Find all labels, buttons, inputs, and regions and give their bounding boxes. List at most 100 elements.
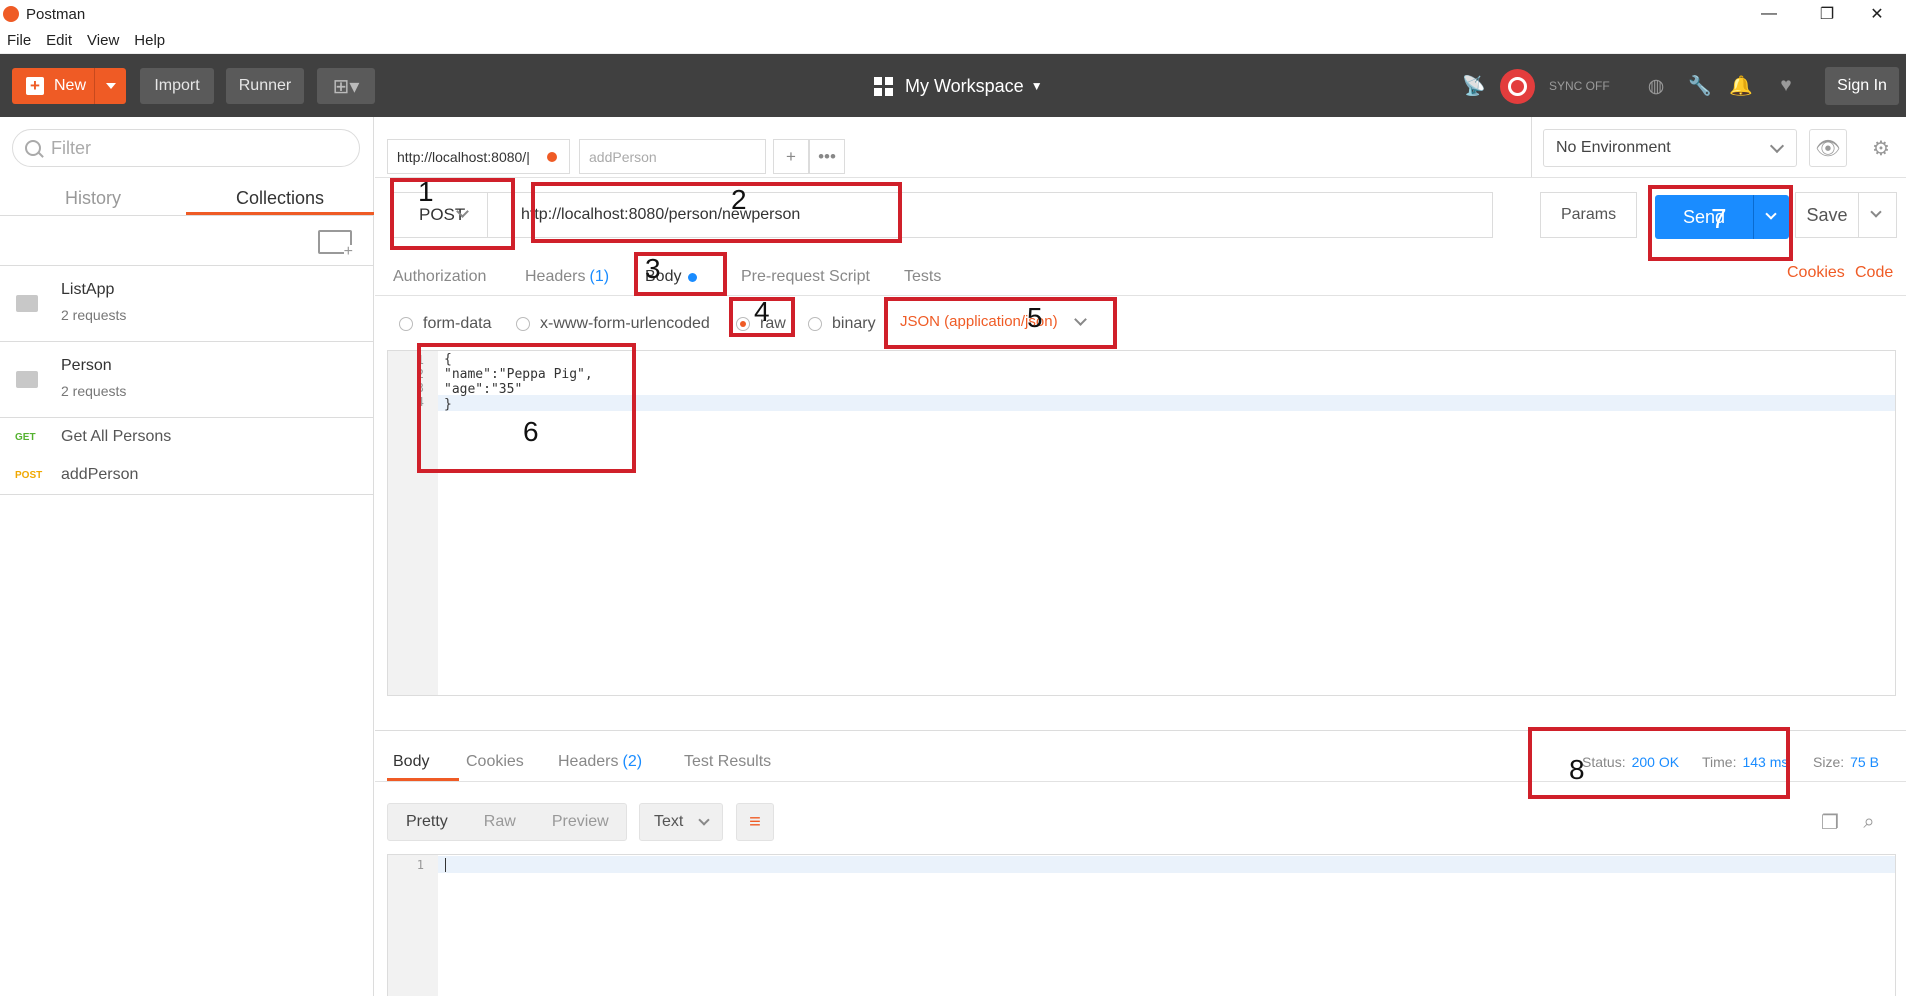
more-icon: ••• — [818, 146, 836, 166]
params-button[interactable]: Params — [1540, 192, 1637, 238]
radio-label: x-www-form-urlencoded — [540, 315, 710, 332]
new-window-button[interactable]: ⊞▾ — [317, 68, 375, 104]
workspace-grid-icon — [874, 76, 893, 96]
code-link[interactable]: Code — [1855, 264, 1893, 282]
bell-icon[interactable]: 🔔 — [1729, 74, 1753, 98]
response-format-toggle: Pretty Raw Preview — [387, 803, 627, 841]
sync-icon[interactable] — [1500, 69, 1535, 104]
request-name: Get All Persons — [61, 428, 172, 445]
annotation-number-8: 8 — [1569, 754, 1585, 785]
radio-binary[interactable]: binary — [808, 312, 876, 336]
copy-icon[interactable]: ❐ — [1815, 807, 1845, 837]
tab-options-button[interactable]: ••• — [809, 139, 845, 174]
radio-circle-icon — [808, 317, 822, 331]
satellite-icon[interactable]: 📡 — [1462, 74, 1486, 98]
response-tab-headers[interactable]: Headers (2) — [558, 750, 642, 774]
text-cursor — [445, 858, 446, 872]
menu-edit[interactable]: Edit — [46, 32, 72, 49]
search-icon — [25, 140, 41, 156]
collection-name: Person — [61, 357, 112, 374]
tab-headers[interactable]: Headers (1) — [525, 262, 609, 292]
divider — [0, 215, 374, 216]
radio-label: form-data — [423, 315, 492, 332]
annotation-box-8 — [1528, 727, 1790, 799]
save-dropdown-button[interactable] — [1859, 192, 1897, 238]
collection-person[interactable]: Person 2 requests — [0, 341, 374, 417]
chevron-down-icon — [1870, 206, 1882, 218]
tab-tests[interactable]: Tests — [904, 262, 941, 292]
annotation-number-3: 3 — [645, 253, 661, 284]
plus-icon: + — [786, 146, 796, 166]
divider — [375, 295, 1906, 296]
request-tab-addperson[interactable]: addPerson — [579, 139, 766, 174]
new-tab-button[interactable]: + — [773, 139, 809, 174]
headers-count: (1) — [589, 268, 610, 285]
tab-prerequest-script[interactable]: Pre-request Script — [741, 262, 870, 292]
annotation-box-5 — [884, 297, 1117, 349]
new-button[interactable]: + New — [12, 68, 126, 104]
annotation-box-6 — [417, 343, 636, 473]
response-type-select[interactable]: Text — [639, 803, 723, 841]
collection-listapp[interactable]: ListApp 2 requests — [0, 265, 374, 341]
new-collection-icon[interactable] — [318, 230, 353, 259]
wrench-icon[interactable]: 🔧 — [1688, 74, 1712, 98]
collection-count: 2 requests — [61, 383, 127, 399]
runner-button[interactable]: Runner — [226, 68, 304, 104]
minimize-button[interactable]: — — [1740, 0, 1798, 28]
menu-help[interactable]: Help — [134, 32, 165, 49]
environment-select[interactable]: No Environment — [1543, 129, 1797, 167]
tab-authorization[interactable]: Authorization — [393, 262, 486, 292]
response-tab-cookies[interactable]: Cookies — [466, 750, 524, 774]
heart-icon[interactable]: ♥ — [1774, 74, 1798, 98]
eye-icon[interactable]: 👁 — [1809, 129, 1847, 167]
collection-name: ListApp — [61, 281, 115, 298]
tab-collections[interactable]: Collections — [186, 181, 374, 215]
annotation-number-1: 1 — [418, 176, 434, 207]
search-icon[interactable]: ⌕ — [1854, 807, 1884, 837]
request-add-person[interactable]: POST addPerson — [0, 457, 374, 493]
gear-icon[interactable]: ⚙ — [1862, 129, 1900, 167]
divider — [0, 417, 374, 418]
request-tab-active[interactable]: http://localhost:8080/| — [387, 139, 570, 174]
format-pretty-button[interactable]: Pretty — [388, 813, 466, 831]
cookies-link[interactable]: Cookies — [1787, 264, 1845, 282]
format-raw-button[interactable]: Raw — [466, 813, 534, 831]
divider — [0, 494, 374, 495]
app-header: + New Import Runner ⊞▾ My Workspace ▼ 📡 … — [0, 54, 1906, 117]
chevron-down-icon — [698, 814, 710, 826]
size-value: 75 B — [1850, 754, 1879, 770]
plus-icon: + — [26, 77, 44, 95]
format-preview-button[interactable]: Preview — [534, 813, 627, 831]
menu-view[interactable]: View — [87, 32, 119, 49]
divider — [1531, 117, 1532, 177]
response-tab-test-results[interactable]: Test Results — [684, 750, 771, 774]
globe-icon[interactable]: ◍ — [1644, 74, 1668, 98]
radio-form-data[interactable]: form-data — [399, 312, 491, 336]
save-button[interactable]: Save — [1795, 192, 1859, 238]
response-body-viewer[interactable]: 1 — [387, 854, 1896, 996]
tab-history[interactable]: History — [0, 181, 186, 215]
close-window-button[interactable]: ✕ — [1848, 0, 1906, 28]
response-headers-count: (2) — [622, 753, 643, 770]
workspace-selector[interactable]: My Workspace ▼ — [874, 74, 1043, 98]
sign-in-button[interactable]: Sign In — [1825, 67, 1899, 105]
active-line-highlight — [438, 395, 1895, 411]
title-bar: Postman — [0, 0, 1906, 28]
response-headers-label: Headers — [558, 753, 619, 770]
menu-file[interactable]: File — [7, 32, 31, 49]
annotation-number-5: 5 — [1027, 302, 1043, 333]
filter-input[interactable]: Filter — [12, 129, 360, 167]
import-button[interactable]: Import — [140, 68, 214, 104]
request-get-all-persons[interactable]: GET Get All Persons — [0, 419, 374, 455]
response-tab-body[interactable]: Body — [393, 750, 429, 774]
folder-icon — [16, 295, 38, 312]
wrap-lines-icon[interactable]: ≡ — [736, 803, 774, 841]
new-dropdown-caret-icon[interactable] — [106, 83, 116, 89]
postman-logo-icon — [3, 6, 19, 22]
folder-icon — [16, 371, 38, 388]
radio-x-www-form-urlencoded[interactable]: x-www-form-urlencoded — [516, 312, 710, 336]
divider — [375, 177, 1906, 178]
environment-label: No Environment — [1556, 139, 1671, 156]
annotation-number-7: 7 — [1711, 203, 1727, 234]
add-window-icon: ⊞▾ — [332, 75, 360, 98]
